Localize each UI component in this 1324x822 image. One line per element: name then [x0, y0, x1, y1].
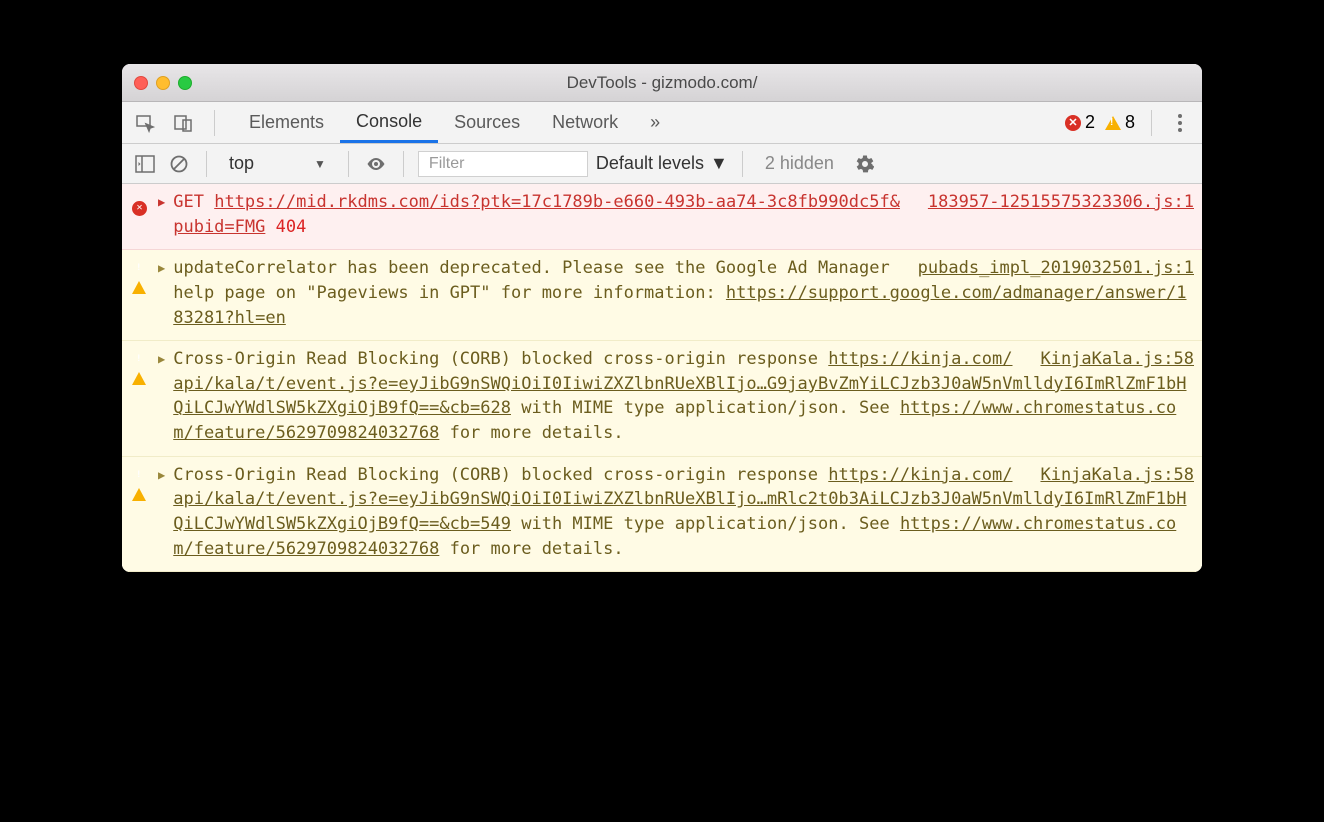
settings-menu-button[interactable] [1168, 114, 1192, 132]
message-text: Cross-Origin Read Blocking (CORB) blocke… [173, 349, 828, 369]
tab-network[interactable]: Network [536, 102, 634, 143]
error-icon: ✕ [1065, 115, 1081, 131]
console-messages: ✕ ▶ 183957-12515575323306.js:1 GET https… [122, 184, 1202, 572]
log-levels-selector[interactable]: Default levels ▼ [596, 153, 728, 174]
live-expression-icon[interactable] [363, 151, 389, 177]
warning-count-badge[interactable]: 8 [1105, 112, 1135, 133]
expand-toggle[interactable]: ▶ [158, 256, 165, 277]
traffic-lights [134, 76, 192, 90]
expand-toggle[interactable]: ▶ [158, 347, 165, 368]
tabbar: Elements Console Sources Network » ✕ 2 8 [122, 102, 1202, 144]
tab-elements[interactable]: Elements [233, 102, 340, 143]
error-count: 2 [1085, 112, 1095, 133]
warning-icon [1105, 116, 1121, 130]
inspect-element-icon[interactable] [132, 110, 158, 136]
context-selector[interactable]: top ▼ [221, 153, 334, 174]
expand-toggle[interactable]: ▶ [158, 463, 165, 484]
minimize-window-button[interactable] [156, 76, 170, 90]
tabs: Elements Console Sources Network » [233, 102, 668, 143]
warning-icon [132, 261, 146, 294]
console-message-warning: ▶ pubads_impl_2019032501.js:1 updateCorr… [122, 250, 1202, 341]
console-message-error: ✕ ▶ 183957-12515575323306.js:1 GET https… [122, 184, 1202, 250]
warning-icon [132, 468, 146, 501]
message-source-link[interactable]: pubads_impl_2019032501.js:1 [918, 256, 1194, 281]
message-text: for more details. [439, 423, 623, 443]
http-method: GET [173, 192, 204, 212]
console-message-warning: ▶ KinjaKala.js:58 Cross-Origin Read Bloc… [122, 457, 1202, 573]
context-value: top [229, 153, 254, 174]
chevron-down-icon: ▼ [314, 157, 326, 171]
status-code: 404 [276, 217, 307, 237]
devtools-window: DevTools - gizmodo.com/ Elements Console… [122, 64, 1202, 572]
divider [206, 151, 207, 177]
divider [742, 151, 743, 177]
tab-console[interactable]: Console [340, 102, 438, 143]
close-window-button[interactable] [134, 76, 148, 90]
error-icon: ✕ [132, 201, 147, 216]
window-title: DevTools - gizmodo.com/ [122, 73, 1202, 93]
console-toolbar: top ▼ Default levels ▼ 2 hidden [122, 144, 1202, 184]
message-text: with MIME type application/json. See [511, 398, 900, 418]
message-text: Cross-Origin Read Blocking (CORB) blocke… [173, 465, 828, 485]
message-source-link[interactable]: 183957-12515575323306.js:1 [928, 190, 1194, 215]
message-source-link[interactable]: KinjaKala.js:58 [1040, 347, 1194, 372]
console-settings-icon[interactable] [852, 151, 878, 177]
more-tabs-button[interactable]: » [642, 112, 668, 133]
expand-toggle[interactable]: ▶ [158, 190, 165, 211]
chevron-down-icon: ▼ [710, 153, 728, 174]
message-source-link[interactable]: KinjaKala.js:58 [1040, 463, 1194, 488]
levels-label: Default levels [596, 153, 704, 174]
maximize-window-button[interactable] [178, 76, 192, 90]
message-text: for more details. [439, 539, 623, 559]
titlebar: DevTools - gizmodo.com/ [122, 64, 1202, 102]
sidebar-toggle-icon[interactable] [132, 151, 158, 177]
filter-input[interactable] [418, 151, 588, 177]
warning-icon [132, 352, 146, 385]
device-toolbar-icon[interactable] [170, 110, 196, 136]
divider [403, 151, 404, 177]
divider [348, 151, 349, 177]
message-text: with MIME type application/json. See [511, 514, 900, 534]
divider [1151, 110, 1152, 136]
hidden-messages-count[interactable]: 2 hidden [765, 153, 834, 174]
error-count-badge[interactable]: ✕ 2 [1065, 112, 1095, 133]
warning-count: 8 [1125, 112, 1135, 133]
console-message-warning: ▶ KinjaKala.js:58 Cross-Origin Read Bloc… [122, 341, 1202, 457]
divider [214, 110, 215, 136]
tab-sources[interactable]: Sources [438, 102, 536, 143]
clear-console-icon[interactable] [166, 151, 192, 177]
